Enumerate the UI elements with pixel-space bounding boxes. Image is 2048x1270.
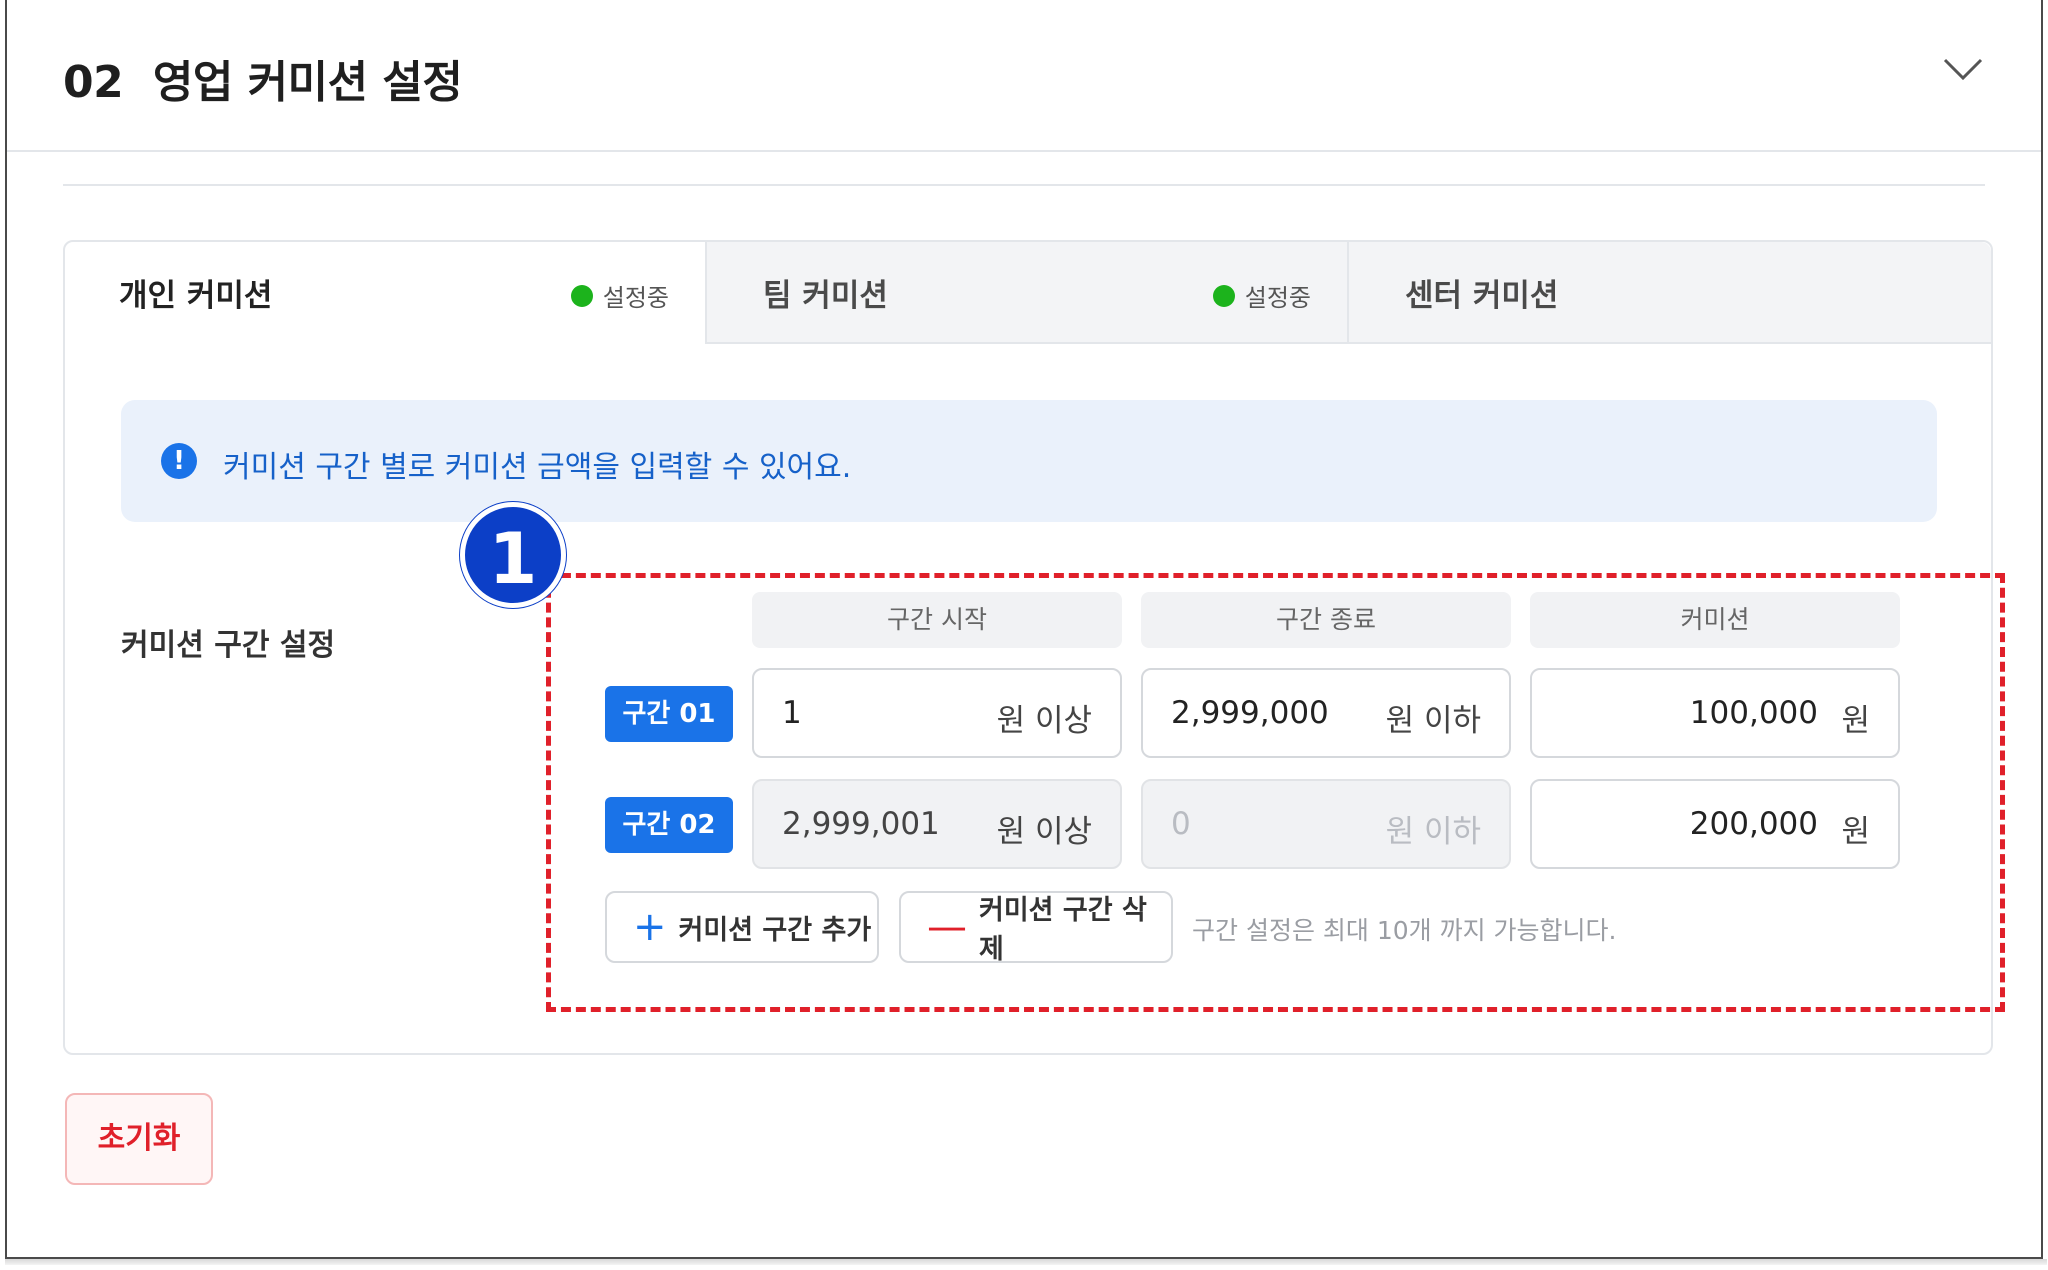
minus-icon: — [927,904,967,950]
tab-label: 센터 커미션 [1405,278,1559,314]
tab-team-commission[interactable]: 팀 커미션 설정중 [707,242,1349,344]
status-badge: 설정중 [1212,278,1311,313]
chevron-down-icon[interactable] [1943,56,1983,82]
input-value: 1 [782,695,802,731]
column-header-start: 구간 시작 [752,592,1122,648]
input-unit: 원 이하 [1385,814,1481,850]
section-title: 02 영업 커미션 설정 [63,46,463,110]
info-banner: ! 커미션 구간 별로 커미션 금액을 입력할 수 있어요. [121,400,1937,522]
remove-range-button[interactable]: — 커미션 구간 삭제 [899,891,1173,965]
settings-panel: 02 영업 커미션 설정 개인 커미션 설정중 팀 커미션 설정중 센터 커미션… [5,0,2047,1265]
tab-center-commission[interactable]: 센터 커미션 [1349,242,1991,344]
status-text: 설정중 [602,284,669,312]
range-end-input: 0 원 이하 [1141,779,1511,869]
commission-input[interactable]: 100,000 원 [1530,668,1900,758]
annotation-number-badge: 1 [460,502,566,608]
add-range-button[interactable]: + 커미션 구간 추가 [605,891,879,963]
input-unit: 원 [1841,814,1870,850]
input-value: 100,000 [1689,695,1818,731]
input-unit: 원 이상 [996,814,1092,850]
section-title-text: 영업 커미션 설정 [152,57,463,108]
section-number: 02 [63,57,124,108]
input-value: 2,999,001 [782,806,940,842]
status-text: 설정중 [1244,284,1311,312]
tab-personal-commission[interactable]: 개인 커미션 설정중 [65,242,707,344]
tab-label: 팀 커미션 [763,278,888,314]
input-value: 200,000 [1689,806,1818,842]
input-unit: 원 이하 [1385,703,1481,739]
input-unit: 원 이상 [996,703,1092,739]
tab-label: 개인 커미션 [119,278,273,314]
status-dot-icon [570,284,593,307]
plus-icon: + [633,904,667,950]
input-unit: 원 [1841,703,1870,739]
range-end-input[interactable]: 2,999,000 원 이하 [1141,668,1511,758]
commission-input[interactable]: 200,000 원 [1530,779,1900,869]
range-tag: 구간 02 [605,797,733,853]
range-start-input[interactable]: 1 원 이상 [752,668,1122,758]
button-label: 커미션 구간 추가 [678,914,872,946]
button-label: 커미션 구간 삭제 [979,895,1147,965]
section-header[interactable]: 02 영업 커미션 설정 [7,0,2041,152]
column-header-commission: 커미션 [1530,592,1900,648]
status-dot-icon [1212,284,1235,307]
info-text: 커미션 구간 별로 커미션 금액을 입력할 수 있어요. [223,450,852,485]
range-start-input: 2,999,001 원 이상 [752,779,1122,869]
range-settings-label: 커미션 구간 설정 [121,628,336,663]
divider [63,184,1985,186]
commission-tabs: 개인 커미션 설정중 팀 커미션 설정중 센터 커미션 [65,242,1991,344]
reset-button[interactable]: 초기화 [65,1093,213,1185]
range-limit-hint: 구간 설정은 최대 10개 까지 가능합니다. [1192,916,1617,945]
exclamation-icon: ! [161,443,197,479]
input-value: 2,999,000 [1171,695,1329,731]
input-value: 0 [1171,806,1191,842]
column-header-end: 구간 종료 [1141,592,1511,648]
status-badge: 설정중 [570,278,669,313]
range-tag: 구간 01 [605,686,733,742]
